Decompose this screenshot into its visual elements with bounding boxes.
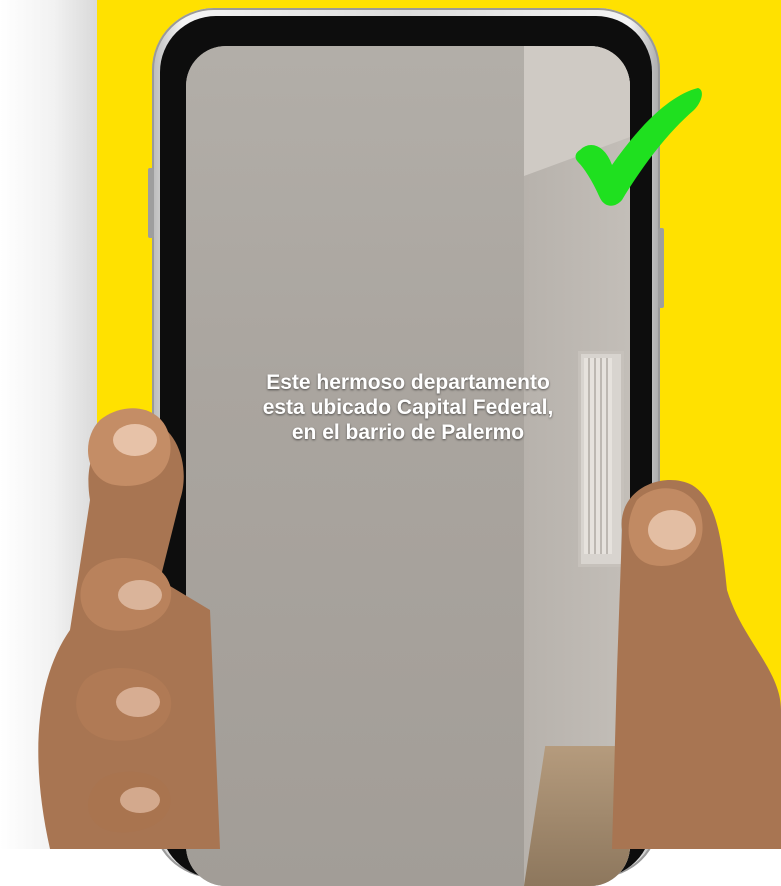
checkmark-icon bbox=[575, 88, 702, 206]
right-thumb bbox=[612, 480, 781, 849]
caption-line: esta ubicado Capital Federal, bbox=[262, 396, 554, 419]
volume-button bbox=[148, 168, 154, 238]
caption-line: en el barrio de Palermo bbox=[291, 421, 525, 444]
left-hand bbox=[38, 408, 220, 849]
power-button bbox=[658, 228, 664, 308]
caption-line: Este hermoso departamento bbox=[266, 371, 550, 394]
phone-screen: Este hermoso departamento esta ubicado C… bbox=[186, 46, 630, 886]
video-caption: Este hermoso departamento esta ubicado C… bbox=[186, 370, 630, 445]
